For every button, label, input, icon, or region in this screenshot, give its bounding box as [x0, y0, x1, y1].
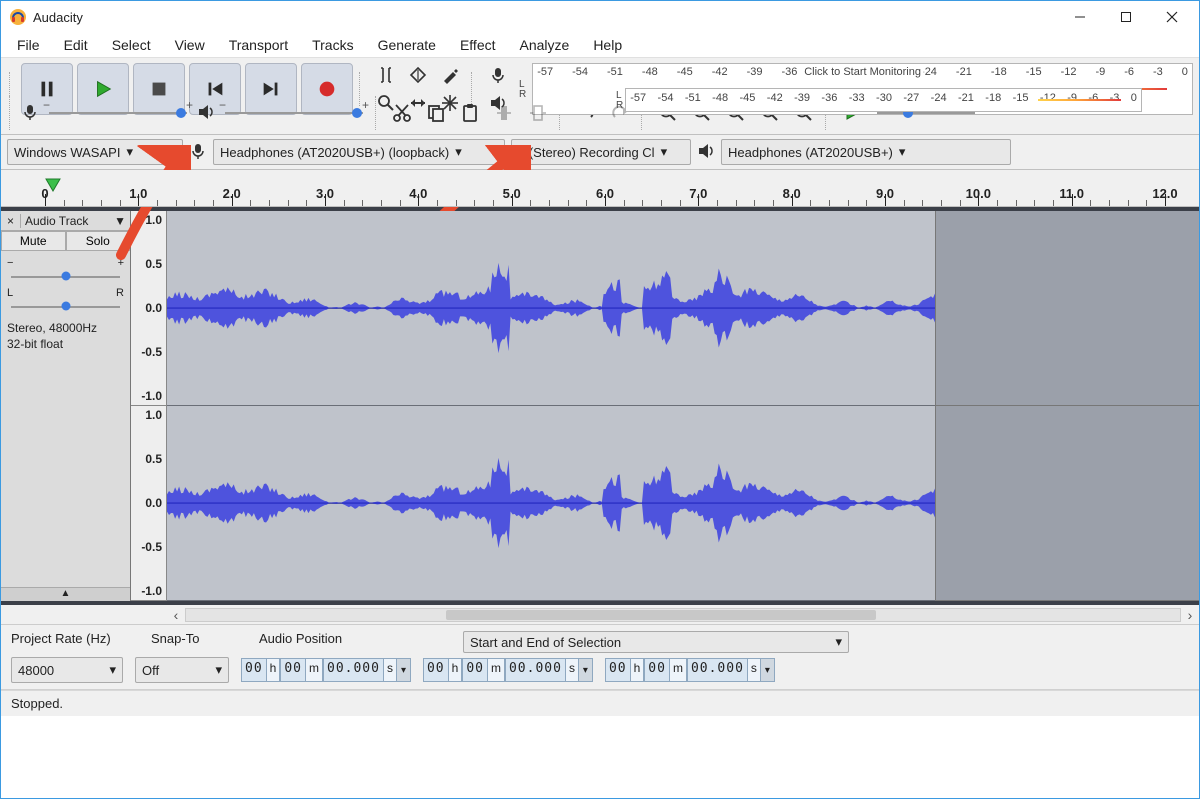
recording-channels-combo[interactable]: 2 (Stereo) Recording Cl ▾ — [511, 139, 691, 165]
menubar: File Edit Select View Transport Tracks G… — [1, 33, 1199, 57]
timeline-ruler[interactable]: 01.02.03.04.05.06.07.08.09.010.011.012.0 — [1, 170, 1199, 207]
menu-help[interactable]: Help — [581, 34, 634, 56]
solo-button[interactable]: Solo — [66, 231, 131, 251]
menu-analyze[interactable]: Analyze — [508, 34, 582, 56]
device-toolbar: Windows WASAPI ▾ Headphones (AT2020USB+)… — [1, 135, 1199, 170]
recording-channels-value: 2 (Stereo) Recording Cl — [518, 145, 655, 160]
menu-generate[interactable]: Generate — [366, 34, 448, 56]
track-control-panel: × Audio Track ▼ Mute Solo −+ LR Stereo, … — [1, 211, 131, 601]
scroll-right-button[interactable]: › — [1181, 607, 1199, 623]
window-maximize-button[interactable] — [1103, 2, 1149, 32]
chevron-down-icon: ▾ — [215, 662, 222, 678]
window-title: Audacity — [33, 10, 83, 25]
speaker-icon — [197, 103, 215, 124]
chevron-down-icon: ▾ — [455, 144, 462, 160]
titlebar: Audacity — [1, 1, 1199, 33]
rec-meter-lr: LR — [517, 78, 528, 100]
mic-icon — [189, 142, 207, 163]
recording-device-value: Headphones (AT2020USB+) (loopback) — [220, 145, 449, 160]
mute-button[interactable]: Mute — [1, 231, 66, 251]
paste-button[interactable] — [455, 98, 485, 128]
window-minimize-button[interactable] — [1057, 2, 1103, 32]
audio-host-value: Windows WASAPI — [14, 145, 120, 160]
chevron-down-icon: ▾ — [579, 658, 593, 682]
snap-to-combo[interactable]: Off▾ — [135, 657, 229, 683]
audio-position-field[interactable]: 00h 00m 00.000s ▾ — [241, 658, 411, 682]
chevron-down-icon: ▾ — [761, 658, 775, 682]
trim-button[interactable] — [489, 98, 519, 128]
chevron-down-icon: ▾ — [397, 658, 411, 682]
status-text: Stopped. — [11, 696, 63, 711]
track-close-button[interactable]: × — [1, 214, 21, 228]
draw-tool-icon[interactable] — [435, 62, 465, 88]
selection-mode-combo[interactable]: Start and End of Selection▾ — [463, 631, 849, 653]
rec-meter-hint: Click to Start Monitoring — [801, 66, 924, 78]
chevron-down-icon: ▼ — [114, 214, 126, 228]
window-close-button[interactable] — [1149, 2, 1195, 32]
chevron-down-icon: ▾ — [835, 634, 842, 650]
audio-position-label: Audio Position — [259, 631, 449, 653]
playback-device-value: Headphones (AT2020USB+) — [728, 145, 893, 160]
playback-device-combo[interactable]: Headphones (AT2020USB+) ▾ — [721, 139, 1011, 165]
menu-file[interactable]: File — [5, 34, 52, 56]
menu-select[interactable]: Select — [100, 34, 163, 56]
selection-start-field[interactable]: 00h 00m 00.000s ▾ — [423, 658, 593, 682]
copy-button[interactable] — [421, 98, 451, 128]
speaker-icon — [697, 142, 715, 163]
chevron-down-icon: ▾ — [661, 144, 668, 160]
playback-meter[interactable]: -57-54-51-48-45-42-39-36-33-30-27-24-21-… — [625, 88, 1142, 112]
mic-icon — [21, 103, 39, 124]
envelope-tool-icon[interactable] — [403, 62, 433, 88]
track-y-axis: 1.00.50.0-0.5-1.0 1.00.50.0-0.5-1.0 — [131, 211, 167, 601]
track-collapse-button[interactable]: ▲ — [1, 587, 130, 601]
status-bar: Stopped. — [1, 690, 1199, 716]
horizontal-scrollbar[interactable]: ‹ › — [1, 605, 1199, 625]
app-icon — [9, 8, 27, 26]
project-rate-label: Project Rate (Hz) — [11, 631, 137, 653]
tracks-area: × Audio Track ▼ Mute Solo −+ LR Stereo, … — [1, 207, 1199, 605]
track-menu-button[interactable]: Audio Track ▼ — [21, 214, 130, 228]
track-gain-slider[interactable] — [7, 269, 124, 283]
play-meter-lr2: LR — [614, 89, 625, 111]
chevron-down-icon: ▾ — [126, 144, 133, 160]
selection-end-field[interactable]: 00h 00m 00.000s ▾ — [605, 658, 775, 682]
snap-to-label: Snap-To — [151, 631, 245, 653]
audio-host-combo[interactable]: Windows WASAPI ▾ — [7, 139, 183, 165]
menu-transport[interactable]: Transport — [217, 34, 300, 56]
recording-volume-slider[interactable]: − + — [43, 104, 193, 122]
waveform-left-channel[interactable] — [167, 211, 935, 406]
menu-effect[interactable]: Effect — [448, 34, 508, 56]
menu-edit[interactable]: Edit — [52, 34, 100, 56]
track-name-label: Audio Track — [25, 214, 88, 228]
waveform-right-channel[interactable] — [167, 406, 935, 601]
track-empty-area[interactable] — [935, 211, 1199, 601]
menu-tracks[interactable]: Tracks — [300, 34, 365, 56]
scroll-left-button[interactable]: ‹ — [167, 607, 185, 623]
recording-device-combo[interactable]: Headphones (AT2020USB+) (loopback) ▾ — [213, 139, 505, 165]
chevron-down-icon: ▾ — [109, 662, 116, 678]
scroll-thumb[interactable] — [446, 610, 876, 620]
playback-volume-slider[interactable]: − + — [219, 104, 369, 122]
selection-tool-icon[interactable] — [371, 62, 401, 88]
selection-toolbar: Project Rate (Hz) Snap-To Audio Position… — [1, 625, 1199, 690]
chevron-down-icon: ▾ — [899, 144, 906, 160]
project-rate-combo[interactable]: 48000▾ — [11, 657, 123, 683]
rec-meter-mic-icon[interactable] — [483, 62, 513, 88]
toolbars: LR -57-54-51-48-45-42-39-36-33-30-27-24-… — [1, 57, 1199, 135]
cut-button[interactable] — [387, 98, 417, 128]
menu-view[interactable]: View — [163, 34, 217, 56]
track-pan-slider[interactable] — [7, 299, 124, 313]
track-info: Stereo, 48000Hz 32-bit float — [1, 315, 130, 358]
scroll-track[interactable] — [185, 608, 1181, 622]
